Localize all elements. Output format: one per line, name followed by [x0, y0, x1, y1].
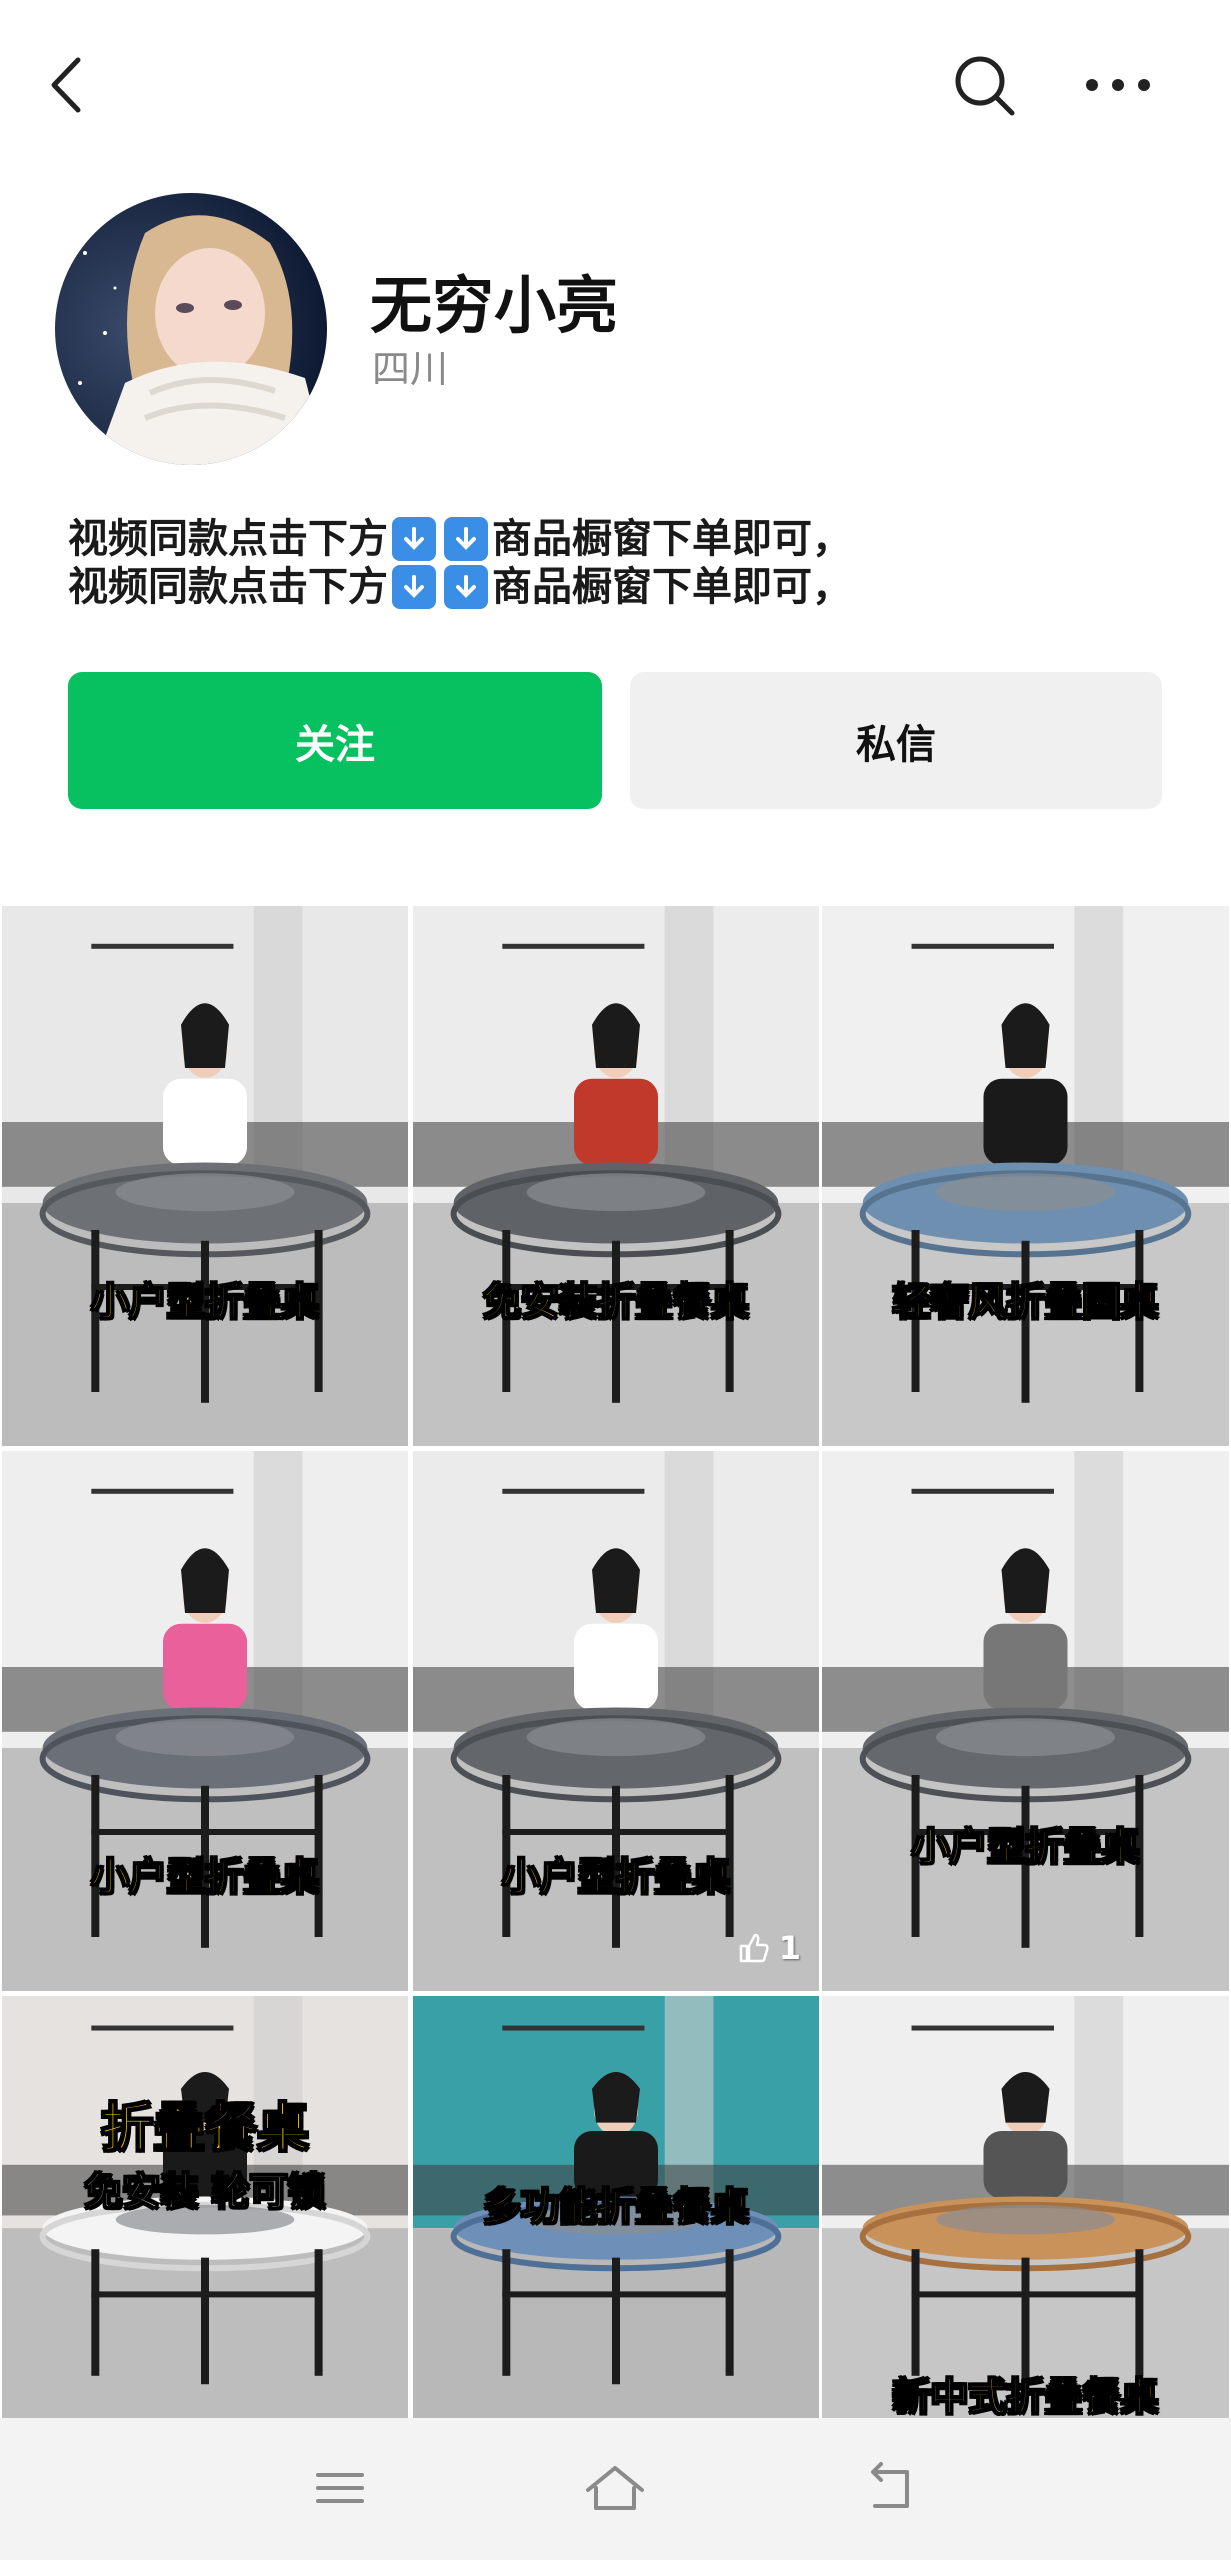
like-count: 1	[778, 1929, 801, 1967]
message-button[interactable]: 私信	[630, 672, 1162, 809]
video-caption: 轻奢风折叠圆桌	[892, 1279, 1160, 1325]
video-caption: 小户型折叠桌	[90, 1854, 320, 1900]
system-navigation-bar	[0, 2418, 1231, 2560]
down-arrow-icon	[392, 565, 436, 609]
video-thumbnail	[413, 906, 819, 1446]
back-button[interactable]	[40, 45, 130, 125]
profile-location: 四川	[372, 347, 449, 391]
back-return-icon	[871, 2462, 909, 2508]
more-options-button[interactable]	[1070, 45, 1170, 125]
video-caption: 小户型折叠桌	[501, 1854, 731, 1900]
down-arrow-icon	[392, 517, 436, 561]
down-arrow-icon	[444, 517, 488, 561]
video-tile[interactable]: 小户型折叠桌	[2, 1451, 408, 1991]
video-caption: 小户型折叠桌	[90, 1279, 320, 1325]
video-thumbnail	[822, 906, 1229, 1446]
home-button[interactable]	[570, 2448, 660, 2528]
avatar-image	[55, 193, 327, 465]
video-thumbnail	[2, 906, 408, 1446]
profile-name: 无穷小亮	[370, 269, 619, 342]
recent-apps-button[interactable]	[295, 2448, 385, 2528]
search-button[interactable]	[940, 45, 1030, 125]
video-tile[interactable]: 折叠餐桌免安装 轮可锁	[2, 1996, 408, 2418]
menu-icon	[316, 2473, 364, 2503]
chevron-left-icon	[51, 57, 81, 113]
home-icon	[586, 2466, 644, 2510]
video-tile[interactable]: 小户型折叠桌	[822, 1451, 1229, 1991]
video-tile[interactable]: 多功能折叠餐桌	[413, 1996, 819, 2418]
video-tile[interactable]: 小户型折叠桌	[2, 906, 408, 1446]
video-caption: 折叠餐桌	[100, 2098, 310, 2160]
video-thumbnail	[822, 1451, 1229, 1991]
video-caption: 小户型折叠桌	[911, 1824, 1141, 1870]
video-tile[interactable]: 小户型折叠桌 1	[413, 1451, 819, 1991]
bio-line: 视频同款点击下方 商品橱窗下单即可，	[68, 563, 1168, 611]
video-thumbnail	[413, 1451, 819, 1991]
video-tile[interactable]: 免安装折叠餐桌	[413, 906, 819, 1446]
profile-avatar[interactable]	[55, 193, 327, 465]
video-tile[interactable]: 轻奢风折叠圆桌	[822, 906, 1229, 1446]
follow-button[interactable]: 关注	[68, 672, 602, 809]
like-count-badge: 1	[737, 1929, 801, 1967]
bio-text-prefix: 视频同款点击下方	[68, 564, 388, 610]
bio-text-suffix: 商品橱窗下单即可，	[492, 516, 852, 562]
video-thumbnail	[822, 1996, 1229, 2418]
more-horizontal-icon	[1086, 79, 1150, 91]
top-navigation-bar	[0, 0, 1231, 170]
video-caption: 新中式折叠餐桌	[892, 2374, 1160, 2418]
video-caption-secondary: 免安装 轮可锁	[84, 2169, 327, 2215]
video-thumbnail	[2, 1451, 408, 1991]
bio-text-suffix: 商品橱窗下单即可，	[492, 564, 852, 610]
video-caption: 多功能折叠餐桌	[482, 2184, 750, 2230]
system-back-button[interactable]	[845, 2448, 935, 2528]
video-caption: 免安装折叠餐桌	[482, 1279, 750, 1325]
bio-text-prefix: 视频同款点击下方	[68, 516, 388, 562]
profile-bio: 视频同款点击下方 商品橱窗下单即可， 视频同款点击下方 商品橱窗下单即可，	[68, 515, 1168, 611]
search-icon	[955, 56, 1015, 116]
down-arrow-icon	[444, 565, 488, 609]
thumbs-up-icon	[739, 1933, 769, 1963]
video-tile[interactable]: 新中式折叠餐桌	[822, 1996, 1229, 2418]
bio-line: 视频同款点击下方 商品橱窗下单即可，	[68, 515, 1168, 563]
